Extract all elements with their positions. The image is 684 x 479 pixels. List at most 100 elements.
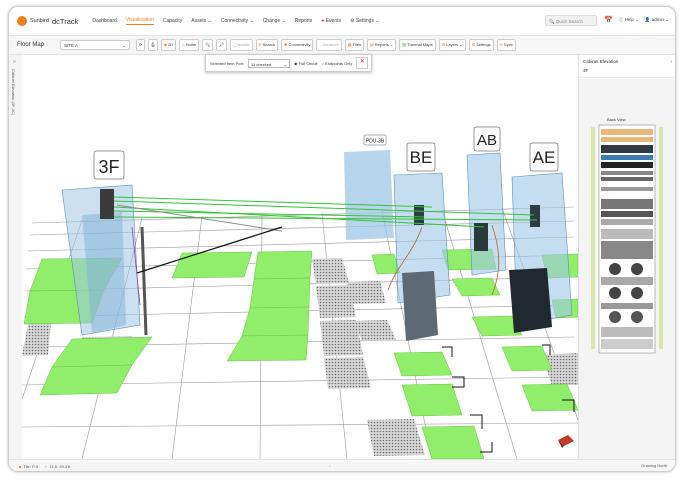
rack-elevation-drawing[interactable] — [579, 79, 675, 459]
cabinet-elevation-title: Cabinet Elevation — [583, 59, 619, 64]
position-icon: ✧ — [44, 463, 48, 469]
floor-3d-canvas[interactable]: 3F BE AB AE PDU-3B — [9, 55, 593, 460]
nav-settings-label: Settings ⌄ — [355, 18, 380, 24]
site-select-value: SITE A — [64, 43, 79, 48]
help-icon: ⓘ — [618, 17, 624, 22]
print-icon: ⎙ — [151, 42, 155, 47]
label-ae: AE — [533, 148, 556, 167]
layers-label: Layers ⌄ — [446, 42, 463, 47]
gear-icon: ⚙ — [350, 18, 355, 24]
nav-dashboard[interactable]: Dashboard — [92, 18, 116, 24]
refresh-button[interactable]: ⟳ — [136, 39, 146, 51]
settings-button[interactable]: ⚙Settings — [468, 39, 494, 51]
2d-button[interactable]: ◉2D — [160, 39, 177, 51]
brand-name: Sunbird — [30, 18, 49, 24]
2d-label: 2D — [168, 42, 174, 47]
cabinet-ae[interactable] — [509, 172, 573, 333]
full-circuit-radio[interactable]: ◉ Full Circuit — [294, 61, 318, 66]
brand[interactable]: Sunbird — [17, 16, 49, 26]
nav-events[interactable]: ● Events — [321, 18, 341, 24]
help-menu[interactable]: ⓘ Help ⌄ — [619, 17, 639, 23]
nav-change[interactable]: Change ⌄ — [263, 18, 286, 24]
label-be: BE — [410, 148, 433, 167]
sync-icon: ⟲ — [499, 42, 504, 47]
close-button[interactable]: ✕ — [356, 57, 369, 69]
nav-reports[interactable]: Reports — [295, 18, 313, 24]
events-icon: ● — [321, 18, 325, 24]
app-window: Sunbird dcTrack Dashboard Visualization … — [8, 6, 676, 472]
help-label: Help ⌄ — [624, 17, 639, 22]
reports-button[interactable]: ▤Reports ⌄ — [366, 39, 397, 51]
radio-unchecked-icon: ○ — [321, 60, 324, 66]
pdu-3b[interactable] — [344, 150, 394, 240]
product-name: dcTrack — [51, 16, 79, 26]
floor-map-3d-view[interactable]: 3F BE AB AE PDU-3B — [9, 55, 593, 460]
home-label: Home — [185, 42, 197, 47]
cabinet-elevation-header: Cabinet Elevation › — [579, 55, 675, 64]
chevron-down-icon: ⌄ — [122, 43, 127, 48]
user-label: admin ⌄ — [651, 17, 669, 22]
connectivity-button[interactable]: ✺Connectivity — [281, 39, 314, 51]
thermal-icon: ▨ — [402, 42, 406, 47]
refresh-icon: ⟳ — [139, 42, 143, 47]
nav-capacity[interactable]: Capacity — [163, 18, 182, 24]
reports-icon: ▤ — [369, 42, 374, 47]
expand-icon[interactable]: » — [13, 59, 16, 65]
2d-icon: ◉ — [163, 42, 168, 47]
cabinet-elevation-panel: Cabinet Elevation › 3F Back View — [578, 55, 675, 459]
home-button[interactable]: ⌂Home — [179, 39, 200, 51]
quick-search-placeholder: Quick Search — [555, 19, 583, 24]
site-select[interactable]: SITE A ⌄ — [60, 40, 131, 50]
tile-indicator-icon: ■ — [19, 463, 22, 469]
status-drawing-north: Drawing North — [641, 463, 667, 468]
search-label: Search — [262, 42, 276, 47]
settings-label: Settings — [476, 42, 491, 47]
left-collapsed-panel[interactable]: » Cabinet Elevation (3F-3C) — [9, 55, 23, 459]
search-button[interactable]: ⚲Search — [255, 39, 279, 51]
chevron-down-icon: ⌄ — [283, 61, 288, 67]
sync-label: Sync — [504, 42, 513, 47]
collapse-panel-icon[interactable]: › — [671, 59, 673, 64]
reports-label: Reports ⌄ — [374, 42, 394, 47]
thermal-maps-button[interactable]: ▨Thermal Maps — [399, 39, 436, 51]
nav-visualization[interactable]: Visualization — [125, 17, 154, 25]
zoom-in-icon: 🔍 — [205, 42, 211, 47]
measure-button[interactable]: ↔Measure — [316, 39, 342, 51]
cabinet-name: 3F — [579, 64, 675, 78]
connectivity-icon: ✺ — [284, 42, 288, 47]
layers-button[interactable]: ☰Layers ⌄ — [438, 39, 466, 51]
status-bar: ■ Tile: P-9 ✧ 11.9, 39.3 ft • Drawing No… — [9, 459, 675, 471]
port-connectivity-popup: Selected Item Port: 11 checked ⌄ ◉ Full … — [205, 54, 372, 72]
print-button[interactable]: ⎙ — [148, 39, 158, 51]
isolate-button[interactable]: ◯Isolate — [230, 39, 253, 51]
port-select[interactable]: 11 checked ⌄ — [248, 58, 291, 68]
label-3f: 3F — [98, 157, 119, 177]
top-navigation: Sunbird dcTrack Dashboard Visualization … — [9, 7, 675, 36]
settings-icon: ⚙ — [471, 42, 476, 47]
sync-button[interactable]: ⟲Sync — [496, 39, 516, 51]
tiles-button[interactable]: ▦Tiles — [344, 39, 364, 51]
radio-checked-icon: ◉ — [294, 60, 298, 66]
thermal-maps-label: Thermal Maps — [407, 42, 433, 47]
home-icon: ⌂ — [182, 42, 185, 47]
endpoints-only-radio[interactable]: ○ Endpoints Only — [322, 61, 353, 66]
zoom-out-button[interactable]: 🔎 — [216, 39, 228, 51]
user-menu[interactable]: 👤 admin ⌄ — [645, 17, 669, 23]
nav-settings[interactable]: ⚙ Settings ⌄ — [350, 18, 380, 24]
user-icon: 👤 — [644, 17, 651, 22]
measure-label: Measure — [323, 42, 339, 47]
sunbird-logo-icon — [17, 16, 27, 26]
top-right-controls: 📅 ⓘ Help ⌄ 👤 admin ⌄ — [604, 16, 669, 24]
left-panel-title: Cabinet Elevation (3F-3C) — [11, 69, 16, 116]
calendar-icon[interactable]: 📅 — [604, 16, 613, 24]
nav-connectivity[interactable]: Connectivity ⌄ — [221, 18, 254, 24]
isolate-label: Isolate — [237, 42, 250, 47]
endpoints-only-label: Endpoints Only — [325, 60, 353, 66]
quick-search-input[interactable]: 🔍 Quick Search — [545, 15, 597, 26]
search-icon: 🔍 — [549, 19, 555, 24]
status-position: 11.9, 39.3 ft — [49, 463, 71, 469]
close-icon: ✕ — [359, 59, 365, 65]
floor-map-toolbar: Floor Map SITE A ⌄ ⟳ ⎙ ◉2D ⌂Home 🔍 🔎 ◯Is… — [9, 36, 675, 55]
nav-assets[interactable]: Assets ⌄ — [191, 18, 212, 24]
zoom-in-button[interactable]: 🔍 — [202, 39, 214, 51]
